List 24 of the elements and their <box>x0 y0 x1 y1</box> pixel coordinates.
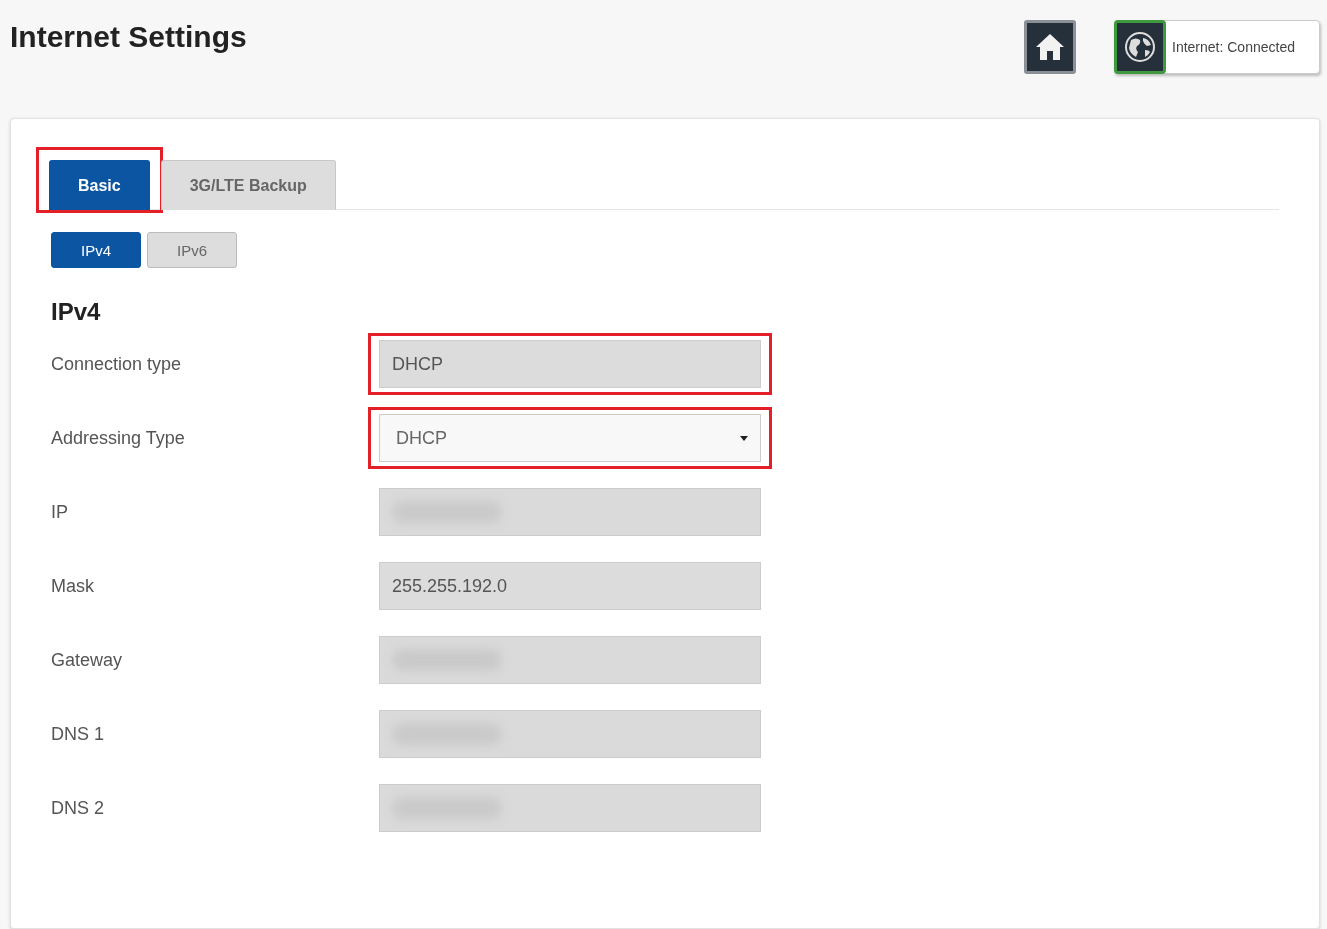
field-label: Addressing Type <box>51 427 186 449</box>
status-label: Internet: Connected <box>1172 39 1295 55</box>
home-button[interactable] <box>1024 20 1076 74</box>
select-field[interactable]: DHCP <box>379 414 761 462</box>
caret-icon <box>740 435 748 441</box>
internet-status[interactable]: Internet: Connected <box>1114 20 1320 74</box>
blurred-field[interactable] <box>379 784 761 832</box>
blurred-field[interactable] <box>379 488 761 536</box>
page-title: Internet Settings <box>10 20 247 54</box>
readonly-field[interactable]: 255.255.192.0 <box>379 562 761 610</box>
tab[interactable]: 3G/LTE Backup <box>160 160 336 210</box>
field-label: IP <box>51 501 69 523</box>
field-label: Connection type <box>51 353 183 375</box>
field-label: Gateway <box>51 649 124 671</box>
subtab[interactable]: IPv6 <box>147 232 237 268</box>
subtab[interactable]: IPv4 <box>51 232 141 268</box>
blurred-field[interactable] <box>379 636 761 684</box>
field-label: Mask <box>51 575 95 597</box>
field-label: DNS 1 <box>51 723 105 745</box>
blurred-field[interactable] <box>379 710 761 758</box>
section-heading: IPv4 <box>51 298 102 326</box>
readonly-field[interactable]: DHCP <box>379 340 761 388</box>
field-label: DNS 2 <box>51 797 105 819</box>
tab[interactable]: Basic <box>49 160 150 210</box>
